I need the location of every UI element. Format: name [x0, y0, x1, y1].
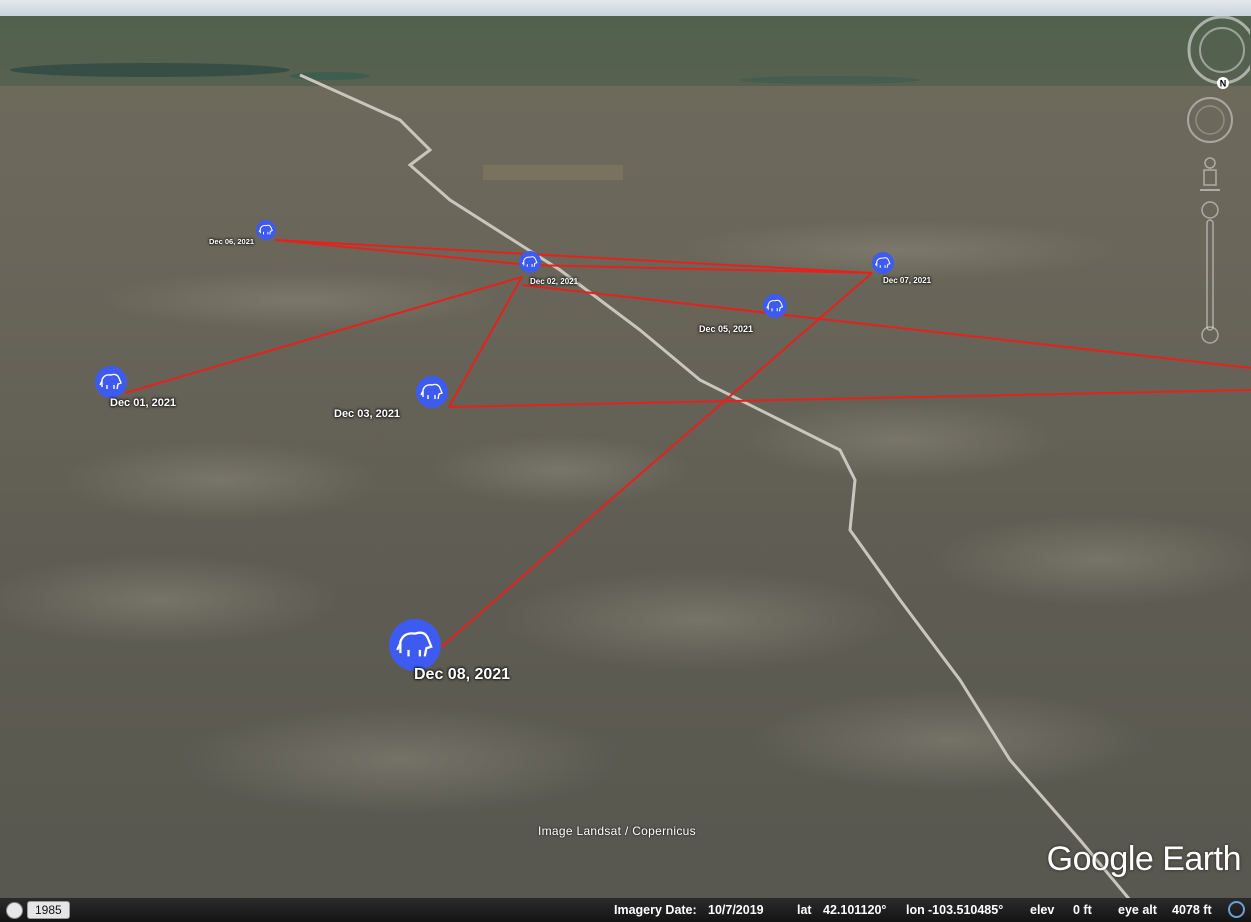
placemark-1[interactable] [95, 366, 127, 398]
imagery-attribution: Image Landsat / Copernicus [538, 824, 696, 838]
placemark-label: Dec 01, 2021 [110, 397, 177, 409]
bison-icon[interactable] [389, 619, 441, 671]
clock-icon[interactable] [6, 901, 23, 919]
historical-imagery-control[interactable]: 1985 [6, 901, 70, 919]
bison-icon[interactable] [763, 294, 787, 318]
placemark-label: Dec 06, 2021 [209, 237, 255, 246]
lon-label: lon [906, 903, 925, 917]
placemark-4[interactable] [763, 294, 787, 318]
bison-icon[interactable] [256, 220, 276, 240]
historical-year-button[interactable]: 1985 [27, 901, 70, 919]
terrain-view[interactable] [0, 0, 1251, 922]
placemark-label: Dec 05, 2021 [699, 324, 754, 334]
bison-icon[interactable] [872, 252, 894, 274]
eye-alt-value: 4078 ft [1172, 903, 1212, 917]
bison-icon[interactable] [95, 366, 127, 398]
bison-icon[interactable] [519, 251, 541, 273]
status-bar: 1985 Imagery Date: 10/7/2019 lat 42.1011… [0, 898, 1251, 922]
lon-value: -103.510485° [928, 903, 1004, 917]
placemark-label: Dec 07, 2021 [883, 276, 932, 285]
navigation-controls[interactable]: N [1170, 10, 1250, 350]
placemark-label: Dec 08, 2021 [414, 666, 511, 683]
compass-north-label: N [1220, 79, 1227, 89]
elev-value: 0 ft [1073, 903, 1092, 917]
imagery-date-label: Imagery Date: [614, 903, 697, 917]
placemark-5[interactable] [256, 220, 276, 240]
street-view-pegman-icon[interactable] [1200, 157, 1220, 191]
placemark-label: Dec 02, 2021 [530, 277, 579, 286]
loading-indicator-icon [1228, 901, 1245, 918]
placemark-label: Dec 03, 2021 [334, 408, 401, 420]
compass-ring[interactable]: N [1187, 15, 1250, 89]
placemark-7[interactable] [389, 619, 441, 671]
lat-value: 42.101120° [823, 903, 887, 917]
google-earth-logo: Google Earth [1046, 840, 1242, 878]
placemark-3[interactable] [416, 376, 448, 408]
imagery-date-value: 10/7/2019 [708, 903, 764, 917]
placemark-2[interactable] [519, 251, 541, 273]
placemark-6[interactable] [872, 252, 894, 274]
elev-label: elev [1030, 903, 1055, 917]
eye-alt-label: eye alt [1118, 903, 1157, 917]
look-joystick[interactable] [1187, 97, 1233, 143]
bison-icon[interactable] [416, 376, 448, 408]
lat-label: lat [797, 903, 812, 917]
zoom-slider[interactable] [1201, 201, 1219, 344]
